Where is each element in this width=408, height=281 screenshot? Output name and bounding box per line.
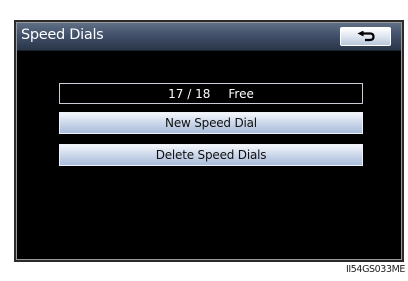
delete-speed-dials-label: Delete Speed Dials — [155, 148, 267, 162]
new-speed-dial-button[interactable]: New Speed Dial — [59, 112, 363, 134]
speed-dial-capacity-status: 17 / 18 Free — [59, 83, 363, 104]
page-title: Speed Dials — [21, 27, 104, 43]
title-bar: Speed Dials — [17, 23, 401, 51]
speed-dial-count: 17 / 18 — [168, 86, 211, 101]
return-arrow-icon — [356, 31, 376, 42]
figure-code: II54GS033ME — [345, 264, 405, 275]
display-screen: Speed Dials 17 / 18 Free New Speed Dial … — [17, 23, 401, 259]
new-speed-dial-label: New Speed Dial — [165, 116, 257, 130]
speed-dial-free-label: Free — [228, 86, 254, 101]
delete-speed-dials-button[interactable]: Delete Speed Dials — [59, 144, 363, 166]
back-button[interactable] — [340, 27, 391, 46]
